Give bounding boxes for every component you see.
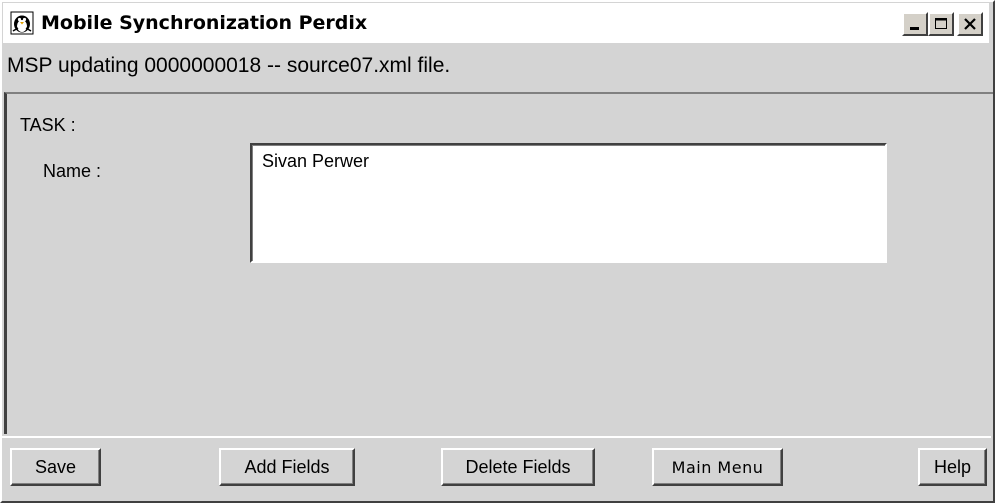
close-button[interactable] [957,12,983,36]
window-title: Mobile Synchronization Perdix [41,12,368,34]
name-field[interactable]: Sivan Perwer [250,143,887,263]
title-bar[interactable]: Mobile Synchronization Perdix [3,3,989,43]
maximize-icon [935,18,947,29]
add-fields-button[interactable]: Add Fields [219,448,355,486]
name-label: Name : [43,161,102,181]
status-message: MSP updating 0000000018 -- source07.xml … [7,54,451,77]
delete-fields-button[interactable]: Delete Fields [441,448,595,486]
window-controls [902,12,983,36]
task-section-label: TASK : [20,115,76,135]
penguin-app-icon[interactable] [9,10,35,36]
close-icon [964,18,976,30]
main-menu-button[interactable]: Main Menu [652,448,783,486]
save-button[interactable]: Save [10,448,101,486]
help-button[interactable]: Help [918,448,987,486]
minimize-icon [910,27,919,30]
maximize-button[interactable] [928,12,954,36]
minimize-button[interactable] [902,12,928,36]
